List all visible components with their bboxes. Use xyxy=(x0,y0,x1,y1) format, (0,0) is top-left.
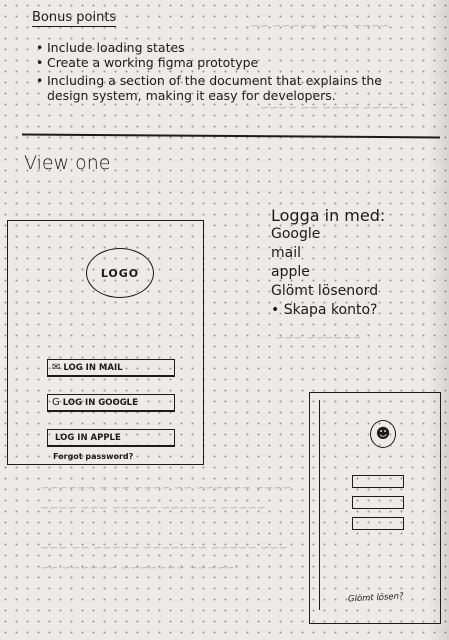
section-heading: Bonus points xyxy=(32,10,117,27)
input-field-three[interactable] xyxy=(352,517,404,530)
login-options-list: Logga in med: Google mail apple Glömt lö… xyxy=(271,206,385,320)
bleed-through-text: ~~~~ ~~~ ~~~~~ ~~ xyxy=(250,19,390,32)
input-field-one[interactable] xyxy=(352,475,404,488)
login-google-label: Log in Google xyxy=(62,397,138,408)
bonus-points-list: Include loading states Create a working … xyxy=(36,40,416,103)
login-apple-label: Log in Apple xyxy=(55,432,121,443)
login-apple-button[interactable]: Log in Apple xyxy=(47,429,175,447)
login-mail-label: Log in Mail xyxy=(63,362,123,373)
view-title: View one xyxy=(24,152,111,174)
bleed-through-text: ~~~~~ ~~~~~~ ~~~~~ ~~~ ~~~~ xyxy=(40,501,266,514)
list-item: Glömt lösenord xyxy=(271,283,379,299)
bleed-through-text: ~~~~~~ ~~~ xyxy=(275,331,362,344)
avatar: ☻ xyxy=(370,420,396,448)
bleed-through-text: ~~~ ~~~~~ ~~~~~~~ ~~~~~ ~~ ~~~ xyxy=(40,541,288,554)
list-item: Include loading states xyxy=(36,40,416,55)
section-divider xyxy=(21,133,441,139)
mail-icon: ✉ xyxy=(52,361,61,373)
list-item: Google xyxy=(271,226,321,242)
list-item: Create a working figma prototype xyxy=(36,55,416,70)
login-options-title: Logga in med: xyxy=(271,206,386,225)
logo-placeholder: LOGO xyxy=(86,248,154,298)
login-mail-button[interactable]: ✉ Log in Mail xyxy=(47,359,175,377)
list-item: Including a section of the document that… xyxy=(36,73,416,103)
list-item: apple xyxy=(271,264,310,280)
bleed-through-text: ~~~~~ ~~~~~~~ ~~~~~~ ~~ xyxy=(40,561,235,574)
phone-edge-line xyxy=(319,400,320,610)
list-item: • Skapa konto? xyxy=(271,302,378,318)
list-item: mail xyxy=(271,245,301,261)
bleed-through-text: ~~~~ ~~~~~~ ~~ ~~~~ ~~ ~ ~~~~~~ xyxy=(40,481,292,494)
input-field-two[interactable] xyxy=(352,496,404,509)
login-google-button[interactable]: G Log in Google xyxy=(47,394,175,412)
user-icon: ☻ xyxy=(375,426,391,442)
forgot-password-link[interactable]: Forgot password? xyxy=(53,452,133,461)
google-icon: G xyxy=(52,396,60,408)
